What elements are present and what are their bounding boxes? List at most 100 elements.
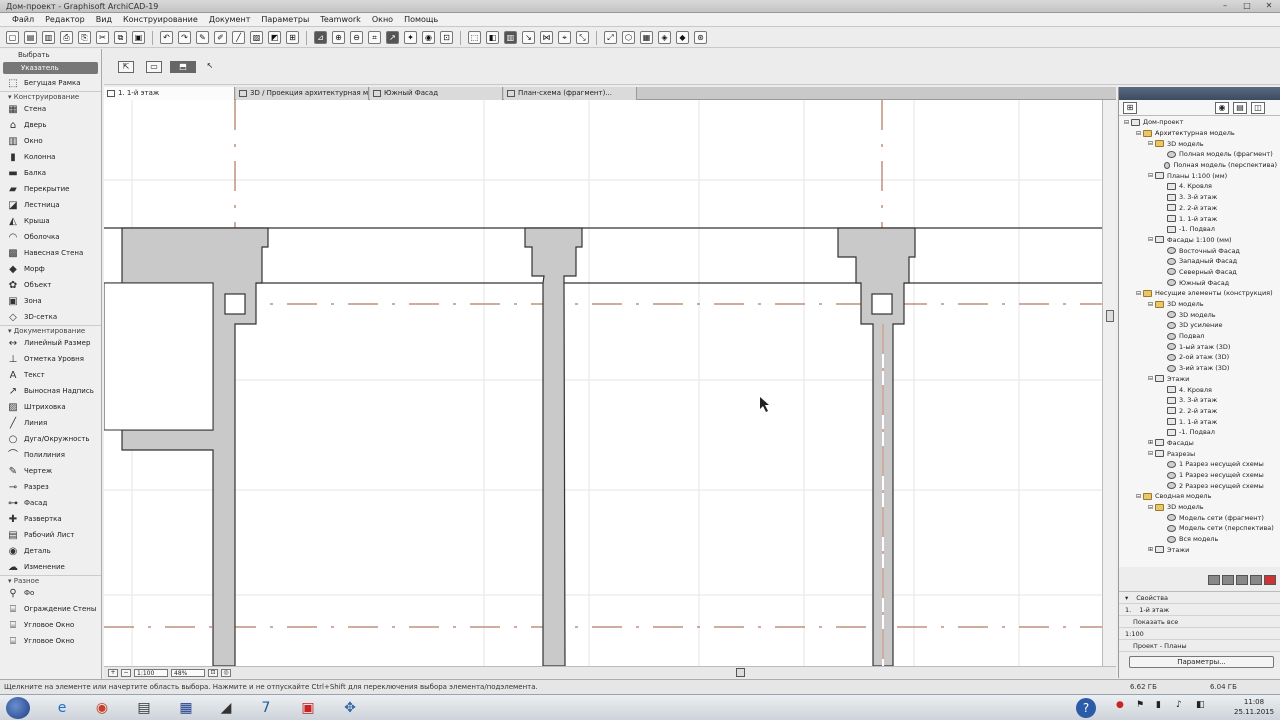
tree-node[interactable]: 2. 2-й этаж [1119, 406, 1277, 417]
navigator-clone-icon[interactable] [1222, 575, 1234, 585]
view-tab-3[interactable]: План-схема (фрагмент)... [504, 87, 637, 100]
toolbox-group-header[interactable]: ▾ Конструирование [0, 91, 101, 101]
word-icon[interactable]: ▦ [170, 697, 202, 719]
close-button[interactable]: ✕ [1258, 0, 1280, 12]
tool-marquee[interactable]: ⬚ Бегущая Рамка [0, 75, 101, 91]
toolbox-group-header[interactable]: ▾ Разное [0, 575, 101, 585]
tree-toggle-icon[interactable]: ⊞ [1147, 546, 1154, 553]
tree-toggle-icon[interactable]: ⊟ [1147, 172, 1154, 179]
archicad-icon[interactable]: ◢ [210, 697, 242, 719]
toolbar-button-23-icon[interactable]: ⊡ [440, 31, 453, 44]
start-button[interactable] [6, 697, 30, 719]
toolbar-button-22-icon[interactable]: ◉ [422, 31, 435, 44]
tree-toggle-icon[interactable]: ⊟ [1147, 140, 1154, 147]
tool-detail[interactable]: ◉ Деталь [0, 543, 101, 559]
ie-icon[interactable]: e [46, 697, 78, 719]
clock[interactable]: 11:08 25.11.2015 [1234, 697, 1274, 717]
toolbar-button-15-icon[interactable]: ⊞ [286, 31, 299, 44]
toolbar-button-7-icon[interactable]: ▣ [132, 31, 145, 44]
explorer-icon[interactable]: ▤ [128, 697, 160, 719]
tool-door[interactable]: ⌂ Дверь [0, 117, 101, 133]
tree-toggle-icon[interactable]: ⊟ [1147, 375, 1154, 382]
menu-item-1[interactable]: Редактор [45, 15, 85, 24]
tool-shell[interactable]: ◠ Оболочка [0, 229, 101, 245]
property-row[interactable]: 1:100 [1119, 628, 1280, 640]
tool-skylight[interactable]: ⌸ Угловое Окно [0, 633, 101, 649]
tool-roof[interactable]: ◭ Крыша [0, 213, 101, 229]
tree-toggle-icon[interactable]: ⊟ [1135, 290, 1142, 297]
toolbar-button-6-icon[interactable]: ⧉ [114, 31, 127, 44]
tool-label[interactable]: ↗ Выносная Надпись [0, 383, 101, 399]
tree-node[interactable]: 1. 1-й этаж [1119, 213, 1277, 224]
rectangle-select-icon[interactable]: ▭ [146, 61, 162, 73]
view-tab-1[interactable]: 3D / Проекция архитектурная модель... [236, 87, 369, 100]
tree-node[interactable]: 2 Разрез несущей схемы [1119, 480, 1277, 491]
toolbar-button-34-icon[interactable]: ◈ [658, 31, 671, 44]
vertical-scroll-thumb[interactable] [1106, 310, 1114, 322]
tree-node[interactable]: 3. 3-й этаж [1119, 395, 1277, 406]
tree-node[interactable]: 4. Кровля [1119, 384, 1277, 395]
tree-toggle-icon[interactable]: ⊞ [1147, 439, 1154, 446]
tree-node[interactable]: ⊟ 3D модель [1119, 138, 1277, 149]
tray-language-icon[interactable]: ◧ [1196, 700, 1205, 710]
floor-plan-canvas[interactable] [104, 100, 1102, 666]
settings-button[interactable]: Параметры... [1129, 656, 1274, 668]
tree-node[interactable]: 1-ый этаж (3D) [1119, 341, 1277, 352]
tool-polyline[interactable]: ⌒ Полилиния [0, 447, 101, 463]
tree-node[interactable]: Подвал [1119, 331, 1277, 342]
tree-node[interactable]: -1. Подвал [1119, 224, 1277, 235]
tool-level-dimension[interactable]: ⊥ Отметка Уровня [0, 351, 101, 367]
toolbar-button-32-icon[interactable]: ⬡ [622, 31, 635, 44]
tree-node[interactable]: -1. Подвал [1119, 427, 1277, 438]
navigator-delete-icon[interactable] [1264, 575, 1276, 585]
toolbar-button-17-icon[interactable]: ⊕ [332, 31, 345, 44]
toolbar-button-25-icon[interactable]: ◧ [486, 31, 499, 44]
toolbar-button-1-icon[interactable]: ▤ [24, 31, 37, 44]
toolbar-button-9-icon[interactable]: ↷ [178, 31, 191, 44]
navigator-new-icon[interactable] [1236, 575, 1248, 585]
tree-node[interactable]: Западный Фасад [1119, 256, 1277, 267]
menu-item-5[interactable]: Параметры [261, 15, 309, 24]
maximize-button[interactable]: □ [1236, 0, 1258, 12]
toolbar-button-27-icon[interactable]: ↘ [522, 31, 535, 44]
tree-node[interactable]: ⊟ Сводная модель [1119, 491, 1277, 502]
tool-section[interactable]: ⊸ Разрез [0, 479, 101, 495]
tool-zone[interactable]: ▣ Зона [0, 293, 101, 309]
toolbox-group-header[interactable]: ▾ Документирование [0, 325, 101, 335]
toolbar-button-19-icon[interactable]: ⌗ [368, 31, 381, 44]
tray-network-icon[interactable]: ▮ [1156, 700, 1161, 710]
menu-item-4[interactable]: Документ [209, 15, 251, 24]
tool-curtain[interactable]: ⌸ Угловое Окно [0, 617, 101, 633]
zoom-field[interactable]: 48% [171, 668, 205, 677]
tool-line[interactable]: ╱ Линия [0, 415, 101, 431]
tool-change[interactable]: ☁ Изменение [0, 559, 101, 575]
toolbar-button-4-icon[interactable]: ⎘ [78, 31, 91, 44]
property-row[interactable]: Проект - Планы [1119, 640, 1280, 652]
tool-railing[interactable]: ⌸ Ограждение Стены [0, 601, 101, 617]
menu-item-6[interactable]: Teamwork [320, 15, 361, 24]
tree-toggle-icon[interactable]: ⊟ [1147, 236, 1154, 243]
properties-title[interactable]: ▾ Свойства [1119, 592, 1280, 604]
tree-node[interactable]: ⊟ Дом-проект [1119, 117, 1277, 128]
tree-toggle-icon[interactable]: ⊟ [1123, 119, 1130, 126]
tree-toggle-icon[interactable]: ⊟ [1147, 301, 1154, 308]
tree-toggle-icon[interactable]: ⊟ [1147, 450, 1154, 457]
tray-flag-icon[interactable]: ⚑ [1136, 700, 1144, 710]
tree-node[interactable]: Вся модель [1119, 534, 1277, 545]
toolbar-button-18-icon[interactable]: ⊖ [350, 31, 363, 44]
tree-toggle-icon[interactable]: ⊟ [1135, 493, 1142, 500]
toolbar-button-5-icon[interactable]: ✂ [96, 31, 109, 44]
tool-object[interactable]: ✿ Объект [0, 277, 101, 293]
menu-item-0[interactable]: Файл [12, 15, 34, 24]
help-icon[interactable]: ? [1076, 698, 1096, 718]
tree-node[interactable]: 3D модель [1119, 309, 1277, 320]
tree-node[interactable]: ⊟ Несущие элементы (конструкция) [1119, 288, 1277, 299]
toolbar-button-3-icon[interactable]: ⎙ [60, 31, 73, 44]
tool-wall[interactable]: ▦ Стена [0, 101, 101, 117]
tree-node[interactable]: Полная модель (перспектива) [1119, 160, 1277, 171]
toolbar-button-20-icon[interactable]: ↗ [386, 31, 399, 44]
tree-node[interactable]: 3-ий этаж (3D) [1119, 363, 1277, 374]
chrome-icon[interactable]: ◉ [86, 697, 118, 719]
tree-node[interactable]: 3. 3-й этаж [1119, 192, 1277, 203]
tool-camera[interactable]: ⚲ Фо [0, 585, 101, 601]
